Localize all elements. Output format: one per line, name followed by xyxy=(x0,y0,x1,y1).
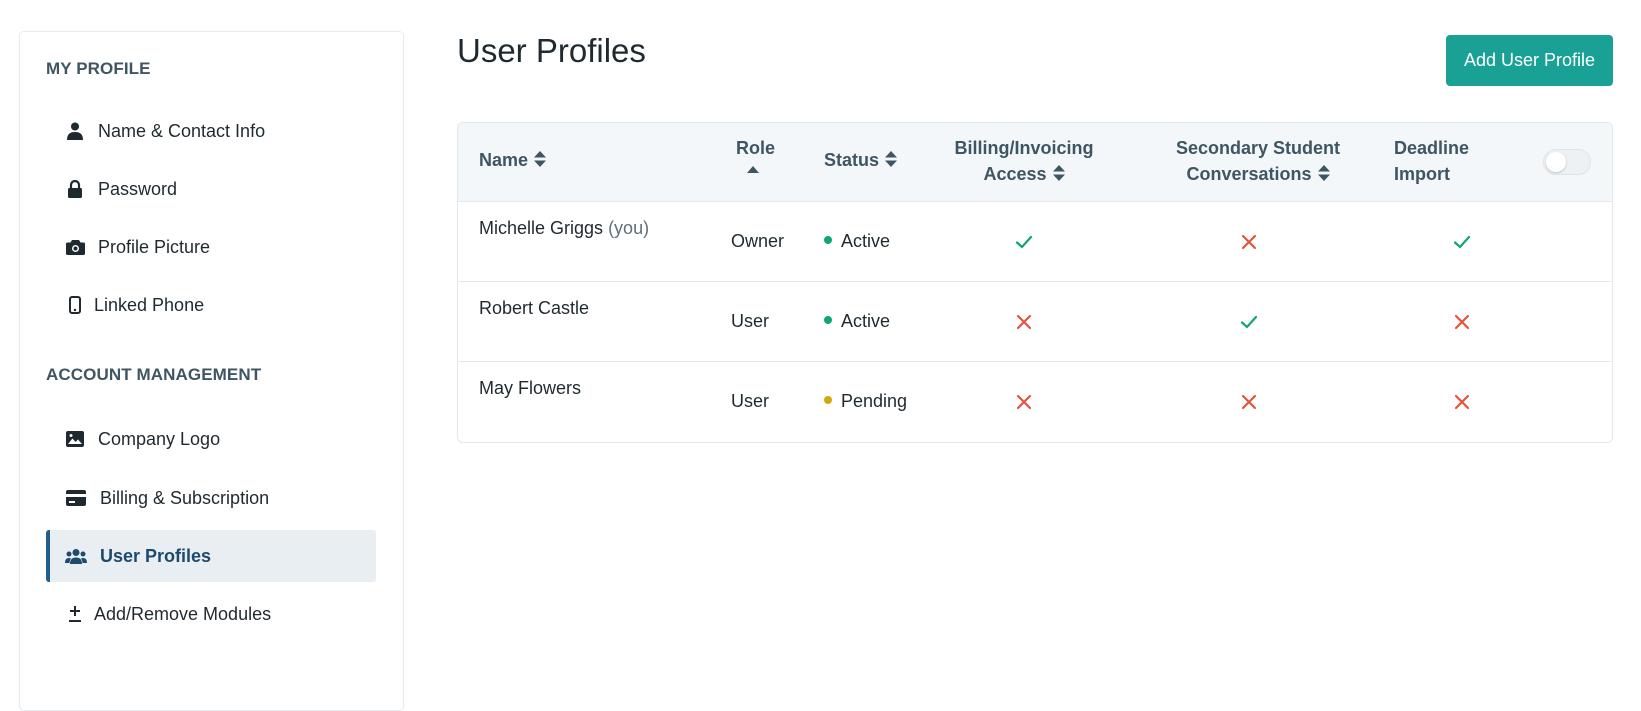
sidebar-item-name-contact[interactable]: Name & Contact Info xyxy=(46,105,376,157)
column-header-name[interactable]: Name xyxy=(479,147,547,174)
sort-icon xyxy=(1317,162,1330,188)
status-badge: Active xyxy=(824,231,890,252)
user-name: Michelle Griggs (you) xyxy=(479,218,650,238)
sidebar-item-password[interactable]: Password xyxy=(46,163,376,215)
user-name: Robert Castle xyxy=(479,298,590,318)
sidebar-item-label: Password xyxy=(98,178,178,199)
column-header-role[interactable]: Role xyxy=(736,135,775,175)
sidebar-item-user-profiles[interactable]: User Profiles xyxy=(46,530,376,582)
cross-icon xyxy=(1452,392,1472,412)
sort-ascending-icon xyxy=(736,161,770,175)
sort-icon xyxy=(885,148,898,174)
status-badge: Pending xyxy=(824,391,907,412)
sidebar-item-label: Company Logo xyxy=(98,428,221,449)
user-profiles-table: Name Role Status Billing/Invoicing Acces… xyxy=(457,122,1613,443)
toggle-knob xyxy=(1546,152,1566,172)
table-row: Robert Castle User Active xyxy=(458,282,1612,362)
sidebar-item-label: Linked Phone xyxy=(94,294,205,315)
sidebar-item-label: Name & Contact Info xyxy=(98,120,266,141)
table-header: Name Role Status Billing/Invoicing Acces… xyxy=(458,123,1612,202)
plus-minus-icon xyxy=(64,603,86,625)
section-title-account-management: ACCOUNT MANAGEMENT xyxy=(46,365,262,384)
section-title-my-profile: MY PROFILE xyxy=(46,59,151,78)
cross-icon xyxy=(1014,312,1034,332)
deadline-import-toggle[interactable] xyxy=(1543,149,1591,175)
page-title: User Profiles xyxy=(457,32,646,69)
sidebar-item-label: Add/Remove Modules xyxy=(94,603,272,624)
column-header-billing-access[interactable]: Billing/Invoicing Access xyxy=(954,135,1094,188)
cross-icon xyxy=(1239,392,1259,412)
sort-icon xyxy=(1052,162,1065,188)
table-row: Michelle Griggs (you) Owner Active xyxy=(458,202,1612,282)
add-user-profile-button[interactable]: Add User Profile xyxy=(1446,35,1613,86)
user-role: User xyxy=(731,311,770,331)
sidebar-item-linked-phone[interactable]: Linked Phone xyxy=(46,279,376,331)
status-dot xyxy=(824,236,832,245)
cross-icon xyxy=(1239,232,1259,252)
user-role: Owner xyxy=(731,231,785,251)
phone-icon xyxy=(64,294,86,316)
check-icon xyxy=(1452,232,1472,252)
column-header-status[interactable]: Status xyxy=(824,147,898,174)
image-icon xyxy=(64,428,86,450)
status-dot xyxy=(824,396,832,405)
cross-icon xyxy=(1452,312,1472,332)
credit-card-icon xyxy=(64,487,88,509)
column-header-secondary-conversations[interactable]: Secondary Student Conversations xyxy=(1173,135,1343,188)
sidebar-item-billing[interactable]: Billing & Subscription xyxy=(46,472,376,524)
user-role: User xyxy=(731,391,770,411)
status-dot xyxy=(824,316,832,325)
users-icon xyxy=(64,545,88,567)
sidebar-item-profile-picture[interactable]: Profile Picture xyxy=(46,221,376,273)
cross-icon xyxy=(1014,392,1034,412)
settings-sidebar: MY PROFILE Name & Contact Info Password … xyxy=(19,31,404,711)
lock-icon xyxy=(64,178,86,200)
sidebar-item-label: Profile Picture xyxy=(98,236,211,257)
sidebar-item-add-remove-modules[interactable]: Add/Remove Modules xyxy=(46,588,376,640)
column-header-deadline-import: Deadline Import xyxy=(1394,138,1470,184)
user-name: May Flowers xyxy=(479,378,582,398)
sidebar-item-company-logo[interactable]: Company Logo xyxy=(46,413,376,465)
person-icon xyxy=(64,120,86,142)
sidebar-item-label: User Profiles xyxy=(100,545,212,566)
table-row: May Flowers User Pending xyxy=(458,362,1612,442)
sort-icon xyxy=(534,148,547,174)
status-badge: Active xyxy=(824,311,890,332)
check-icon xyxy=(1014,232,1034,252)
camera-icon xyxy=(64,236,86,258)
check-icon xyxy=(1239,312,1259,332)
sidebar-item-label: Billing & Subscription xyxy=(100,487,270,508)
